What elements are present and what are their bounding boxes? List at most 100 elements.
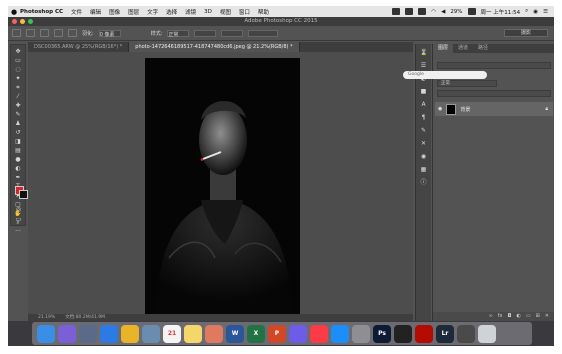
tray-app-icon[interactable] — [392, 8, 401, 15]
menu-layer[interactable]: 图层 — [128, 8, 139, 16]
blend-mode-select[interactable]: 正常 — [437, 80, 497, 87]
width-input[interactable] — [194, 29, 217, 37]
siri-dock-icon[interactable] — [58, 324, 76, 343]
delete-layer-icon[interactable]: ✕ — [545, 312, 549, 321]
eye-icon[interactable]: ◉ — [438, 106, 442, 112]
menu-filter[interactable]: 滤镜 — [185, 8, 196, 16]
photos-dock-icon[interactable] — [205, 324, 223, 343]
apple-icon[interactable]: ● — [8, 8, 20, 16]
link-layers-icon[interactable]: ∞ — [489, 312, 493, 321]
crop-tool-icon[interactable]: ⌗ — [14, 85, 23, 91]
tab-channels[interactable]: 通道 — [453, 44, 473, 53]
select-and-mask-button[interactable] — [248, 29, 279, 37]
battery-icon[interactable] — [467, 8, 476, 15]
clock[interactable]: 周一 上午11:54 — [481, 8, 521, 16]
menu-help[interactable]: 帮助 — [258, 8, 269, 16]
tab-paths[interactable]: 路径 — [473, 44, 493, 53]
settings-dock-icon[interactable] — [352, 324, 370, 343]
style-select[interactable]: 正常 — [167, 29, 190, 38]
lasso-tool-icon[interactable]: ◌ — [14, 67, 23, 73]
layer-filter-bar[interactable] — [437, 62, 551, 69]
more-tools-icon[interactable]: ··· — [14, 229, 23, 235]
styles-panel-icon[interactable]: ▦ — [420, 167, 427, 173]
height-input[interactable] — [221, 29, 244, 37]
tray-app-icon[interactable] — [405, 8, 414, 15]
eyedropper-tool-icon[interactable]: ⁄ — [14, 94, 23, 100]
pen-tool-icon[interactable]: ✒ — [14, 175, 23, 181]
search-input[interactable]: Google — [403, 71, 487, 79]
move-tool-icon[interactable]: ✥ — [14, 49, 23, 55]
screen-mode-icon[interactable]: ▭ — [14, 217, 23, 223]
history-brush-tool-icon[interactable]: ↺ — [14, 130, 23, 136]
history-panel-icon[interactable]: ⌛ — [420, 50, 427, 56]
menu-view[interactable]: 视图 — [220, 8, 231, 16]
wifi-icon[interactable]: ◠ — [431, 9, 436, 15]
menu-3d[interactable]: 3D — [204, 9, 212, 15]
subtract-selection-button[interactable] — [54, 29, 63, 37]
music-dock-icon[interactable] — [310, 324, 328, 343]
gradient-tool-icon[interactable]: ▤ — [14, 148, 23, 154]
eraser-tool-icon[interactable]: ◨ — [14, 139, 23, 145]
tool-preset-button[interactable] — [12, 29, 21, 37]
menu-image[interactable]: 图像 — [109, 8, 120, 16]
close-window-button[interactable] — [12, 19, 17, 24]
document-image[interactable] — [145, 58, 300, 314]
brush-panel-icon[interactable]: ✎ — [420, 128, 427, 134]
swatches-panel-icon[interactable]: ◉ — [420, 154, 427, 160]
clone-stamp-tool-icon[interactable]: ♟ — [14, 121, 23, 127]
marquee-tool-icon[interactable]: ▭ — [14, 58, 23, 64]
brush-tool-icon[interactable]: ✎ — [14, 112, 23, 118]
workspace-select[interactable]: 摄影 — [504, 29, 548, 37]
trash-dock-icon[interactable] — [478, 324, 496, 343]
finder-dock-icon[interactable] — [37, 324, 55, 343]
magic-wand-tool-icon[interactable]: ✦ — [14, 76, 23, 82]
videos-dock-icon[interactable] — [289, 324, 307, 343]
notes-dock-icon[interactable] — [184, 324, 202, 343]
dodge-tool-icon[interactable]: ◐ — [14, 166, 23, 172]
background-color-swatch[interactable] — [19, 190, 28, 199]
layer-row[interactable]: ◉ 背景 🔒︎ — [435, 102, 553, 116]
menu-file[interactable]: 文件 — [71, 8, 82, 16]
info-panel-icon[interactable]: ⓘ — [420, 180, 427, 186]
preview-dock-icon[interactable] — [142, 324, 160, 343]
menu-app-name[interactable]: Photoshop CC — [20, 9, 63, 15]
paragraph-panel-icon[interactable]: ¶ — [420, 115, 427, 121]
add-selection-button[interactable] — [40, 29, 49, 37]
tab-document-2[interactable]: photo-1472646189517-418747480cd6.jpeg @ … — [129, 42, 300, 52]
minimize-window-button[interactable] — [20, 19, 25, 24]
menu-edit[interactable]: 编辑 — [90, 8, 101, 16]
healing-brush-tool-icon[interactable]: ✚ — [14, 103, 23, 109]
zoom-window-button[interactable] — [28, 19, 33, 24]
finder-window-dock-icon[interactable] — [457, 324, 475, 343]
safari-dock-icon[interactable] — [100, 324, 118, 343]
new-layer-icon[interactable]: ⊞ — [536, 312, 540, 321]
calendar-dock-icon[interactable]: 21 — [163, 324, 181, 343]
chrome-dock-icon[interactable] — [121, 324, 139, 343]
appstore-dock-icon[interactable] — [331, 324, 349, 343]
powerpoint-dock-icon[interactable]: P — [268, 324, 286, 343]
lightroom-dock-icon[interactable]: Lr — [436, 324, 454, 343]
acrobat-dock-icon[interactable] — [415, 324, 433, 343]
layer-name[interactable]: 背景 — [460, 106, 470, 113]
menu-type[interactable]: 文字 — [147, 8, 158, 16]
adjustment-layer-icon[interactable]: ◐ — [516, 312, 520, 321]
menu-select[interactable]: 选择 — [166, 8, 177, 16]
intersect-selection-button[interactable] — [68, 29, 77, 37]
terminal-dock-icon[interactable] — [394, 324, 412, 343]
quick-mask-icon[interactable]: ◎ — [14, 207, 23, 213]
new-group-icon[interactable]: ▭ — [526, 312, 531, 321]
feather-input[interactable]: 0 像素 — [98, 29, 121, 38]
layer-style-icon[interactable]: fx — [498, 312, 503, 321]
search-icon[interactable]: ⌕ — [525, 8, 528, 15]
document-size[interactable]: 文档:80.2M/41.9M — [65, 314, 105, 321]
canvas-area[interactable] — [28, 52, 413, 314]
zoom-level[interactable]: 21.19% — [38, 314, 55, 321]
photoshop-dock-icon[interactable]: Ps — [373, 324, 391, 343]
tray-app-icon[interactable] — [418, 8, 427, 15]
volume-icon[interactable]: ◀ — [441, 9, 445, 15]
tab-document-1[interactable]: DSC00365.ARW @ 25%(RGB/16*) * — [28, 42, 130, 52]
excel-dock-icon[interactable]: X — [247, 324, 265, 343]
blur-tool-icon[interactable]: ● — [14, 157, 23, 163]
word-dock-icon[interactable]: W — [226, 324, 244, 343]
tab-layers[interactable]: 图层 — [433, 44, 454, 53]
